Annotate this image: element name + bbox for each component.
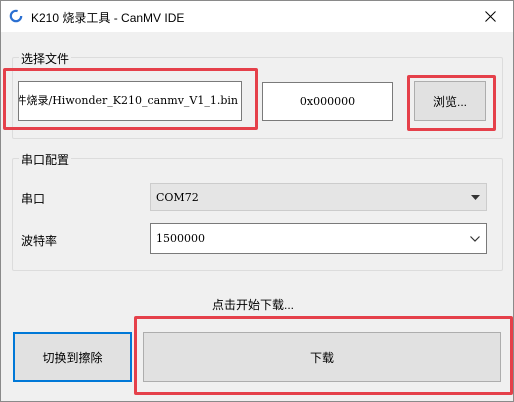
- port-label: 串口: [21, 192, 46, 206]
- burner-window: K210 烧录工具 - CanMV IDE 选择文件 固件烧录/Hiwonder…: [0, 0, 514, 402]
- title-bar: K210 烧录工具 - CanMV IDE: [1, 1, 513, 32]
- baud-select[interactable]: 1500000: [150, 223, 487, 254]
- chevron-down-icon: [471, 184, 480, 210]
- status-text: 点击开始下载...: [212, 298, 295, 312]
- switch-to-erase-label: 切换到擦除: [42, 350, 103, 365]
- serial-group: [12, 158, 503, 271]
- switch-to-erase-button[interactable]: 切换到擦除: [13, 332, 132, 382]
- serial-group-label: 串口配置: [19, 151, 72, 168]
- flash-address-value: 0x000000: [299, 95, 356, 108]
- download-highlight: [134, 316, 513, 395]
- port-select-value: COM72: [156, 190, 199, 204]
- close-icon: [484, 11, 496, 22]
- baud-select-value: 1500000: [156, 232, 205, 245]
- port-select[interactable]: COM72: [150, 183, 487, 211]
- chevron-down-icon: [470, 224, 480, 253]
- path-highlight: [3, 68, 258, 130]
- browse-highlight: [407, 75, 496, 131]
- close-button[interactable]: [467, 1, 513, 32]
- file-group-label: 选择文件: [19, 50, 72, 67]
- baud-label: 波特率: [21, 234, 58, 248]
- window-title: K210 烧录工具 - CanMV IDE: [31, 11, 185, 25]
- canmv-logo-icon: [9, 9, 23, 23]
- flash-address-field[interactable]: 0x000000: [262, 82, 393, 121]
